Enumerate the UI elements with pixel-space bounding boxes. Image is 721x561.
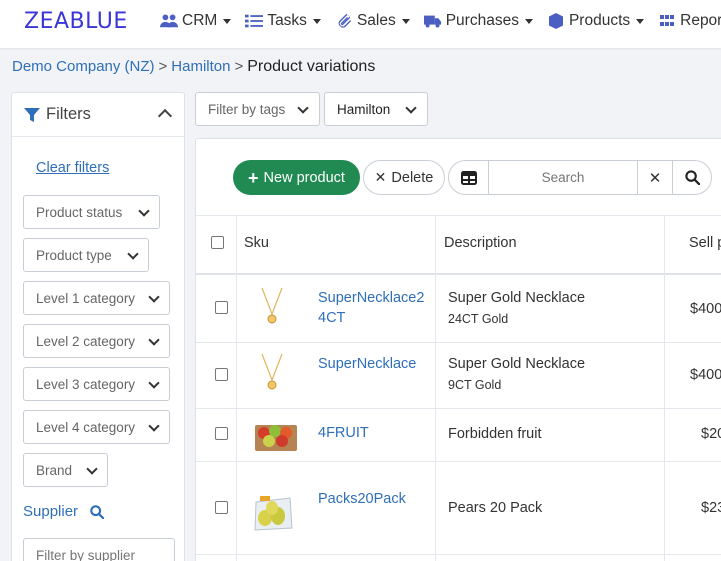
table-icon: [461, 170, 477, 185]
close-icon: ✕: [374, 169, 387, 185]
necklace-thumbnail[interactable]: [254, 350, 290, 398]
app-logo[interactable]: ZEABLUE: [24, 9, 128, 34]
search-icon: [684, 170, 700, 185]
page-title: Product variations: [247, 58, 376, 75]
table-row: Super Gold Necklace 9CT Gold: [448, 356, 585, 392]
row-checkbox[interactable]: [215, 368, 228, 381]
breadcrumb-location-link[interactable]: Hamilton: [171, 58, 230, 75]
row-description: Super Gold Necklace: [448, 290, 586, 306]
box-icon: [548, 13, 563, 29]
product-type-select[interactable]: Product type: [23, 238, 149, 272]
sku-link[interactable]: Packs20Pack: [318, 489, 428, 509]
supplier-filter-input[interactable]: [23, 538, 175, 561]
select-all-checkbox[interactable]: [211, 236, 224, 249]
filters-title: Filters: [46, 105, 91, 123]
product-status-select[interactable]: Product status: [23, 195, 160, 229]
column-header-description[interactable]: Description: [444, 235, 517, 251]
row-checkbox[interactable]: [215, 427, 228, 440]
caret-down-icon: [223, 18, 232, 24]
caret-down-icon: [401, 18, 410, 24]
table-row: Pears 20 Pack: [448, 500, 542, 516]
nav-products[interactable]: Products: [547, 12, 645, 30]
caret-down-icon: [312, 18, 321, 24]
sku-link[interactable]: SuperNecklace: [318, 354, 428, 374]
clear-filters-link[interactable]: Clear filters: [36, 160, 109, 176]
plus-icon: +: [248, 167, 259, 188]
chevron-down-icon: [127, 248, 139, 260]
breadcrumb-company-link[interactable]: Demo Company (NZ): [12, 58, 155, 75]
nav-tasks-label: Tasks: [267, 12, 307, 29]
row-checkbox[interactable]: [215, 501, 228, 514]
search-button[interactable]: [672, 160, 712, 195]
chevron-down-icon: [148, 334, 160, 346]
chevron-down-icon: [297, 102, 309, 114]
nav-reports-label: Reports: [680, 12, 721, 29]
nav-crm[interactable]: CRM: [160, 12, 232, 30]
sku-link[interactable]: SuperNecklace24CT: [318, 288, 428, 328]
chevron-up-icon[interactable]: [157, 108, 173, 124]
nav-sales[interactable]: Sales: [335, 12, 410, 30]
nav-products-label: Products: [568, 12, 631, 29]
breadcrumb: Demo Company (NZ) > Hamilton > Product varia…: [12, 58, 376, 75]
search-input[interactable]: [488, 160, 638, 195]
filter-by-tags-select[interactable]: Filter by tags: [195, 92, 320, 126]
filters-panel: Filters Clear filters Product status Pro…: [11, 92, 185, 561]
brand-select[interactable]: Brand: [23, 453, 108, 487]
row-description-sub: 9CT Gold: [448, 378, 502, 392]
grid-icon: [660, 15, 675, 26]
necklace-thumbnail[interactable]: [254, 284, 290, 332]
search-icon[interactable]: [90, 504, 105, 519]
columns-button[interactable]: [448, 160, 490, 195]
chevron-down-icon: [148, 291, 160, 303]
supplier-filter-label[interactable]: Supplier: [23, 503, 105, 520]
caret-down-icon: [636, 18, 645, 24]
row-description: Forbidden fruit: [448, 426, 542, 442]
truck-icon: [423, 15, 441, 28]
nav-tasks[interactable]: Tasks: [245, 12, 321, 30]
row-sell-price: $400: [690, 301, 721, 317]
table-row: Super Gold Necklace 24CT Gold: [448, 290, 585, 326]
level-2-category-select[interactable]: Level 2 category: [23, 324, 170, 358]
row-sell-price: $20: [701, 426, 721, 442]
location-select[interactable]: Hamilton: [324, 92, 428, 126]
chevron-down-icon: [405, 102, 417, 114]
funnel-icon: [24, 107, 40, 122]
paperclip-icon: [338, 13, 352, 28]
chevron-down-icon: [148, 420, 160, 432]
users-icon: [160, 14, 178, 28]
chevron-down-icon: [148, 377, 160, 389]
products-panel: +New product ✕Delete ✕ Sku Description S…: [195, 138, 721, 561]
new-product-button[interactable]: + New product: [233, 160, 360, 195]
nav-purchases-label: Purchases: [445, 12, 519, 29]
table-row: Forbidden fruit: [448, 426, 542, 442]
filters-header[interactable]: Filters: [12, 93, 184, 137]
fruit-box-thumbnail[interactable]: [254, 419, 298, 453]
nav-sales-label: Sales: [356, 12, 396, 29]
pears-pack-thumbnail[interactable]: [252, 492, 294, 534]
row-sell-price: $23: [701, 500, 721, 516]
level-3-category-select[interactable]: Level 3 category: [23, 367, 170, 401]
row-description: Super Gold Necklace: [448, 356, 586, 372]
chevron-down-icon: [138, 205, 150, 217]
clear-search-button[interactable]: ✕: [637, 160, 673, 195]
nav-purchases[interactable]: Purchases: [423, 12, 533, 30]
nav-crm-label: CRM: [182, 12, 218, 29]
row-description: Pears 20 Pack: [448, 500, 543, 516]
column-header-sku[interactable]: Sku: [244, 235, 269, 251]
tasks-icon: [245, 14, 264, 28]
sku-link[interactable]: 4FRUIT: [318, 423, 428, 443]
chevron-down-icon: [86, 463, 98, 475]
caret-down-icon: [524, 18, 533, 24]
row-checkbox[interactable]: [215, 301, 228, 314]
level-4-category-select[interactable]: Level 4 category: [23, 410, 170, 444]
delete-button[interactable]: ✕ Delete: [363, 160, 445, 195]
level-1-category-select[interactable]: Level 1 category: [23, 281, 170, 315]
column-header-sell-price[interactable]: Sell p: [689, 235, 721, 251]
nav-reports[interactable]: Reports: [658, 12, 721, 30]
row-description-sub: 24CT Gold: [448, 312, 509, 326]
row-sell-price: $400: [690, 367, 721, 383]
main-nav: CRM Tasks Sales Purchases Products Repor…: [160, 12, 721, 30]
top-navbar: ZEABLUE CRM Tasks Sales Purchases Produc…: [0, 0, 721, 48]
close-icon: ✕: [648, 169, 662, 187]
